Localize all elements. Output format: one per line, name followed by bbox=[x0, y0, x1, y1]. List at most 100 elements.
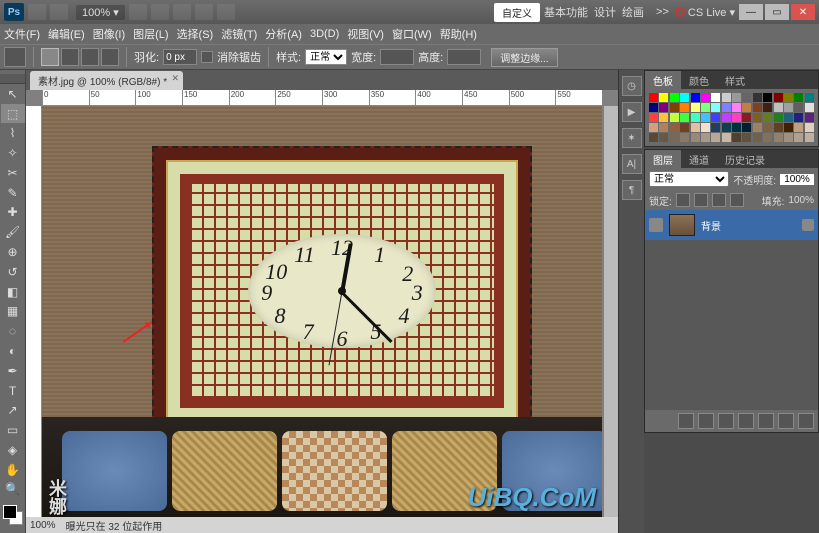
path-tool-icon[interactable]: ↗ bbox=[1, 400, 25, 420]
swatch-color[interactable] bbox=[763, 103, 772, 112]
brushes-icon[interactable]: ✶ bbox=[622, 128, 642, 148]
refine-edge-button[interactable]: 调整边缘... bbox=[491, 48, 557, 67]
swatch-color[interactable] bbox=[649, 123, 658, 132]
lock-pos-icon[interactable] bbox=[712, 193, 726, 207]
swatch-color[interactable] bbox=[742, 93, 751, 102]
current-tool-icon[interactable] bbox=[4, 47, 26, 67]
trash-icon[interactable] bbox=[798, 413, 814, 429]
swatch-color[interactable] bbox=[701, 123, 710, 132]
width-input[interactable] bbox=[380, 49, 414, 65]
bridge-icon[interactable] bbox=[28, 4, 46, 20]
swatch-color[interactable] bbox=[670, 123, 679, 132]
sel-intersect-icon[interactable] bbox=[101, 48, 119, 66]
group-icon[interactable] bbox=[758, 413, 774, 429]
swatch-color[interactable] bbox=[805, 123, 814, 132]
swatch-color[interactable] bbox=[670, 133, 679, 142]
menu-help[interactable]: 帮助(H) bbox=[440, 26, 477, 42]
swatch-color[interactable] bbox=[732, 93, 741, 102]
swatch-color[interactable] bbox=[649, 113, 658, 122]
menu-select[interactable]: 选择(S) bbox=[177, 26, 214, 42]
swatch-color[interactable] bbox=[794, 123, 803, 132]
actions-icon[interactable]: ▶ bbox=[622, 102, 642, 122]
stamp-tool-icon[interactable]: ⊕ bbox=[1, 242, 25, 262]
tab-history[interactable]: 历史记录 bbox=[717, 150, 773, 168]
swatch-color[interactable] bbox=[722, 93, 731, 102]
swatch-color[interactable] bbox=[794, 133, 803, 142]
dodge-tool-icon[interactable]: ◐ bbox=[1, 341, 25, 361]
swatch-color[interactable] bbox=[722, 113, 731, 122]
swatch-color[interactable] bbox=[691, 133, 700, 142]
workspace-paint[interactable]: 绘画 bbox=[622, 4, 644, 20]
zoom-dropdown[interactable]: 100% ▾ bbox=[76, 5, 125, 20]
lasso-tool-icon[interactable]: ⌇ bbox=[1, 123, 25, 143]
swatch-color[interactable] bbox=[732, 103, 741, 112]
canvas[interactable]: 12 1 2 3 4 5 6 7 8 9 10 bbox=[42, 106, 602, 517]
swatch-color[interactable] bbox=[732, 123, 741, 132]
fg-color[interactable] bbox=[3, 505, 17, 519]
feather-input[interactable] bbox=[163, 49, 197, 65]
type-tool-icon[interactable]: T bbox=[1, 381, 25, 401]
doc-tab[interactable]: 素材.jpg @ 100% (RGB/8#) * ✕ bbox=[30, 71, 183, 90]
lock-all-icon[interactable] bbox=[730, 193, 744, 207]
swatch-color[interactable] bbox=[774, 113, 783, 122]
char-icon[interactable]: A| bbox=[622, 154, 642, 174]
swatch-color[interactable] bbox=[680, 93, 689, 102]
swatch-color[interactable] bbox=[763, 113, 772, 122]
toolbox-collapse[interactable] bbox=[0, 74, 25, 84]
wand-tool-icon[interactable]: ✧ bbox=[1, 143, 25, 163]
swatch-color[interactable] bbox=[774, 93, 783, 102]
menu-filter[interactable]: 滤镜(T) bbox=[221, 26, 257, 42]
menu-view[interactable]: 视图(V) bbox=[347, 26, 384, 42]
swatch-color[interactable] bbox=[701, 133, 710, 142]
sel-subtract-icon[interactable] bbox=[81, 48, 99, 66]
shape-tool-icon[interactable]: ▭ bbox=[1, 420, 25, 440]
menu-window[interactable]: 窗口(W) bbox=[392, 26, 432, 42]
eraser-tool-icon[interactable]: ◧ bbox=[1, 282, 25, 302]
marquee-tool-icon[interactable]: ⬚ bbox=[1, 104, 25, 124]
minimize-button[interactable]: — bbox=[739, 4, 763, 20]
hand-icon[interactable] bbox=[129, 4, 147, 20]
menu-3d[interactable]: 3D(D) bbox=[310, 28, 339, 40]
history-icon[interactable]: ◷ bbox=[622, 76, 642, 96]
status-zoom[interactable]: 100% bbox=[30, 520, 56, 531]
swatch-color[interactable] bbox=[784, 133, 793, 142]
ruler-horizontal[interactable]: 050 100150 200250 300350 400450 500550 bbox=[42, 90, 602, 106]
swatch-color[interactable] bbox=[774, 103, 783, 112]
swatch-color[interactable] bbox=[680, 113, 689, 122]
style-select[interactable]: 正常 bbox=[305, 49, 347, 65]
swatch-color[interactable] bbox=[784, 123, 793, 132]
zoom-icon[interactable] bbox=[151, 4, 169, 20]
crop-tool-icon[interactable]: ✂ bbox=[1, 163, 25, 183]
scrollbar-vertical[interactable] bbox=[604, 106, 618, 517]
swatch-color[interactable] bbox=[805, 113, 814, 122]
3d-tool-icon[interactable]: ◈ bbox=[1, 440, 25, 460]
tab-channels[interactable]: 通道 bbox=[681, 150, 717, 168]
menu-analysis[interactable]: 分析(A) bbox=[265, 26, 302, 42]
swatch-color[interactable] bbox=[742, 123, 751, 132]
swatch-color[interactable] bbox=[763, 93, 772, 102]
height-input[interactable] bbox=[447, 49, 481, 65]
tab-swatches[interactable]: 色板 bbox=[645, 71, 681, 89]
swatch-color[interactable] bbox=[784, 103, 793, 112]
maximize-button[interactable]: ▭ bbox=[765, 4, 789, 20]
doc-tab-close-icon[interactable]: ✕ bbox=[172, 73, 180, 84]
swatch-color[interactable] bbox=[659, 103, 668, 112]
lock-pixels-icon[interactable] bbox=[694, 193, 708, 207]
swatch-color[interactable] bbox=[753, 123, 762, 132]
swatch-color[interactable] bbox=[794, 93, 803, 102]
swatch-color[interactable] bbox=[742, 113, 751, 122]
swatch-color[interactable] bbox=[649, 93, 658, 102]
history-brush-icon[interactable]: ↺ bbox=[1, 262, 25, 282]
swatch-color[interactable] bbox=[763, 123, 772, 132]
tab-color[interactable]: 颜色 bbox=[681, 71, 717, 89]
rotate-icon[interactable] bbox=[173, 4, 191, 20]
app-logo[interactable]: Ps bbox=[4, 3, 24, 21]
tab-layers[interactable]: 图层 bbox=[645, 150, 681, 168]
swatch-color[interactable] bbox=[659, 133, 668, 142]
opacity-value[interactable]: 100% bbox=[780, 174, 814, 185]
fx-icon[interactable] bbox=[698, 413, 714, 429]
gradient-tool-icon[interactable]: ▦ bbox=[1, 302, 25, 322]
screenmode-icon[interactable] bbox=[217, 4, 235, 20]
layer-thumb[interactable] bbox=[669, 214, 695, 236]
arrange-icon[interactable] bbox=[195, 4, 213, 20]
